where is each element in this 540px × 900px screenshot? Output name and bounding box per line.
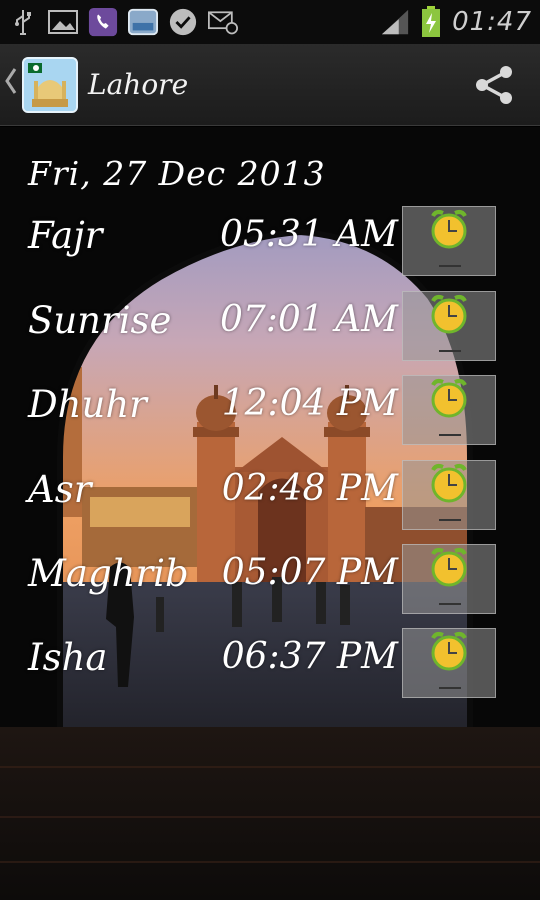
prayer-time: 07:01 AM	[219, 299, 398, 340]
prayer-row-asr: Asr 02:48 PM	[0, 460, 540, 532]
battery-charging-icon	[416, 6, 446, 37]
prayer-row-sunrise: Sunrise 07:01 AM	[0, 291, 540, 363]
prayer-row-isha: Isha 06:37 PM	[0, 628, 540, 700]
prayer-name: Dhuhr	[28, 383, 147, 426]
action-bar: Lahore	[0, 44, 540, 126]
alarm-clock-icon	[431, 632, 467, 671]
alarm-clock-icon	[431, 210, 467, 249]
prayer-row-maghrib: Maghrib 05:07 PM	[0, 544, 540, 616]
prayer-time: 02:48 PM	[221, 468, 398, 509]
bbm-icon	[168, 7, 198, 37]
usb-icon	[8, 7, 38, 37]
prayer-time: 05:31 AM	[219, 214, 398, 255]
alarm-toggle-button[interactable]	[402, 375, 496, 445]
back-chevron-icon[interactable]	[4, 66, 20, 103]
mosque-app-icon[interactable]	[22, 56, 78, 113]
date-label: Fri, 27 Dec 2013	[28, 154, 326, 193]
viber-icon	[88, 7, 118, 37]
gallery-icon	[48, 7, 78, 37]
prayer-time: 05:07 PM	[221, 552, 398, 593]
signal-icon	[380, 7, 410, 37]
alarm-clock-icon	[431, 379, 467, 418]
prayer-name: Sunrise	[28, 299, 172, 342]
prayer-name: Fajr	[28, 214, 103, 257]
prayer-row-fajr: Fajr 05:31 AM	[0, 206, 540, 278]
alarm-clock-icon	[431, 464, 467, 503]
prayer-name: Isha	[28, 636, 108, 679]
prayer-time: 12:04 PM	[221, 383, 398, 424]
email-icon	[208, 7, 238, 37]
alarm-toggle-button[interactable]	[402, 628, 496, 698]
alarm-clock-icon	[431, 548, 467, 587]
prayer-name: Asr	[28, 468, 92, 511]
prayer-time: 06:37 PM	[221, 636, 398, 677]
app-icon	[128, 7, 158, 37]
alarm-toggle-button[interactable]	[402, 544, 496, 614]
share-icon	[476, 65, 512, 104]
prayer-name: Maghrib	[28, 552, 189, 595]
share-button[interactable]	[470, 61, 518, 109]
clock-time: 01:47	[452, 7, 532, 37]
city-title: Lahore	[88, 68, 189, 101]
alarm-toggle-button[interactable]	[402, 291, 496, 361]
alarm-toggle-button[interactable]	[402, 206, 496, 276]
alarm-toggle-button[interactable]	[402, 460, 496, 530]
status-bar: 01:47	[0, 0, 540, 44]
prayer-row-dhuhr: Dhuhr 12:04 PM	[0, 375, 540, 447]
alarm-clock-icon	[431, 295, 467, 334]
